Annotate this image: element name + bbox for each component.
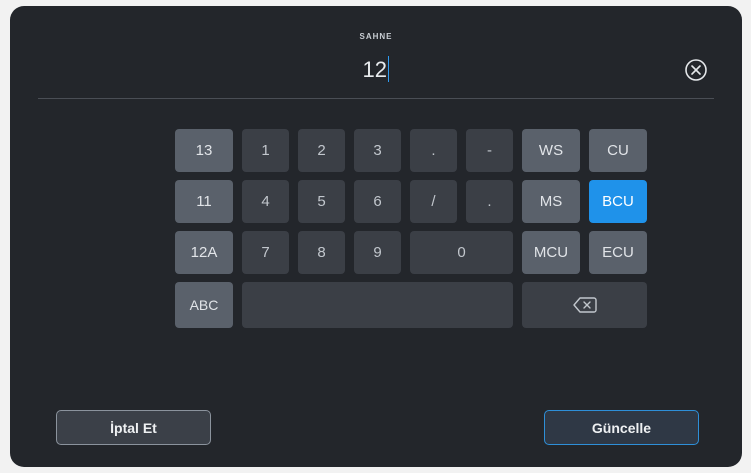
digit-key-5[interactable]: 5 [298,180,345,223]
shot-key-mcu[interactable]: MCU [522,231,580,274]
shot-key-bcu[interactable]: BCU [589,180,647,223]
abc-key[interactable]: ABC [175,282,233,328]
dot-key[interactable]: . [410,129,457,172]
text-caret [387,56,390,83]
shot-key-ecu[interactable]: ECU [589,231,647,274]
digit-key-3[interactable]: 3 [354,129,401,172]
shot-key-ms[interactable]: MS [522,180,580,223]
digit-key-9[interactable]: 9 [354,231,401,274]
backspace-icon [572,297,597,313]
shot-key-cu[interactable]: CU [589,129,647,172]
scene-value-field[interactable]: 12 [10,56,742,84]
dash-key[interactable]: - [466,129,513,172]
scene-input-screen: SAHNE 12 13 1 2 3 . - WS CU 11 4 5 6 / .… [10,6,742,467]
digit-key-2[interactable]: 2 [298,129,345,172]
digit-key-6[interactable]: 6 [354,180,401,223]
clear-button[interactable] [684,58,708,82]
suggestion-key-13[interactable]: 13 [175,129,233,172]
update-button[interactable]: Güncelle [544,410,699,445]
shot-key-ws[interactable]: WS [522,129,580,172]
digit-key-8[interactable]: 8 [298,231,345,274]
period-key[interactable]: . [466,180,513,223]
field-label: SAHNE [359,32,393,41]
cancel-button[interactable]: İptal Et [56,410,211,445]
suggestion-key-11[interactable]: 11 [175,180,233,223]
slash-key[interactable]: / [410,180,457,223]
circle-x-icon [685,59,707,81]
backspace-key[interactable] [522,282,647,328]
suggestion-key-12a[interactable]: 12A [175,231,233,274]
digit-key-1[interactable]: 1 [242,129,289,172]
scene-value-text: 12 [362,57,387,82]
space-key[interactable] [242,282,513,328]
digit-key-7[interactable]: 7 [242,231,289,274]
digit-key-0[interactable]: 0 [410,231,513,274]
digit-key-4[interactable]: 4 [242,180,289,223]
header-divider [38,98,714,99]
